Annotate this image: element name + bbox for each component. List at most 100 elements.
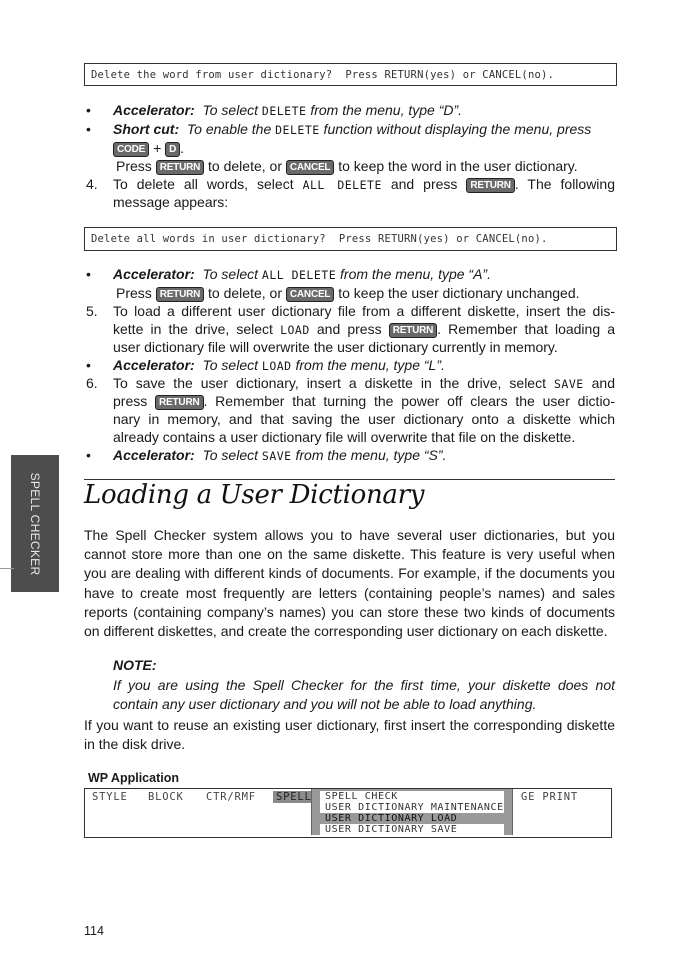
return-key-icon: RETURN <box>155 395 204 410</box>
step-4-line-1: To delete all words, select ALL DELETE a… <box>113 175 615 194</box>
bullet-icon: • <box>86 266 91 282</box>
dropdown-item-dictionary-save[interactable]: USER DICTIONARY SAVE <box>320 824 504 835</box>
step-5-line-1: To load a different user dictionary file… <box>113 303 615 319</box>
accelerator-save: Accelerator: To select SAVE from the men… <box>113 446 446 465</box>
side-tab-label: SPELL CHECKER <box>28 472 42 575</box>
command-delete: DELETE <box>261 104 307 118</box>
text: kette in the drive, select <box>113 321 281 337</box>
text: to keep the user dictionary unchanged. <box>334 285 580 301</box>
text: . Remember that turning the power off cl… <box>203 393 616 409</box>
text: . <box>180 140 184 156</box>
bullet-icon: • <box>86 447 91 463</box>
menu-block[interactable]: BLOCK <box>148 791 184 803</box>
text: Press <box>116 285 156 301</box>
section-title: Loading a User Dictionary <box>84 480 425 510</box>
note-body: If you are using the Spell Checker for t… <box>113 677 615 712</box>
d-key-icon: D <box>165 142 181 157</box>
cancel-key-icon: CANCEL <box>285 160 335 175</box>
wp-menu-bar: STYLE BLOCK CTR/RMF SPELL GE PRINT SPELL… <box>84 788 612 838</box>
command-load: LOAD <box>261 359 292 373</box>
text: and press <box>381 176 467 192</box>
step-6-line-3: nary in memory, and that saving the user… <box>113 411 615 427</box>
text: function without displaying the menu, pr… <box>319 121 592 137</box>
screen-message-text: Delete the word from user dictionary? Pr… <box>91 69 555 81</box>
text: from the menu, type “L”. <box>291 357 445 373</box>
command-save: SAVE <box>261 449 292 463</box>
text: . The following <box>514 176 615 192</box>
text: to keep the word in the user dictionary. <box>334 158 578 174</box>
text: To select <box>202 447 262 463</box>
press-return-delete-word: Press RETURN to delete, or CANCEL to kee… <box>116 157 578 175</box>
dropdown-item-dictionary-load[interactable]: USER DICTIONARY LOAD <box>320 813 504 824</box>
press-return-delete-all: Press RETURN to delete, or CANCEL to kee… <box>116 284 580 302</box>
accelerator-label: Accelerator: <box>113 447 195 463</box>
step-5-line-3: user dictionary file will overwrite the … <box>113 339 558 355</box>
step-6-line-4: already contains a user dictionary file … <box>113 429 576 445</box>
text: To enable the <box>186 121 276 137</box>
screen-message-delete-all: Delete all words in user dictionary? Pre… <box>84 227 617 251</box>
return-key-icon: RETURN <box>155 160 205 175</box>
text: To select <box>202 102 262 118</box>
code-key-icon: CODE <box>113 142 150 157</box>
text: To delete all words, select <box>113 176 303 192</box>
shortcut-delete: Short cut: To enable the DELETE function… <box>113 120 591 139</box>
accelerator-label: Accelerator: <box>113 102 195 118</box>
step-5-line-2: kette in the drive, select LOAD and pres… <box>113 320 615 339</box>
text: To save the user dictionary, insert a di… <box>113 375 554 391</box>
text: . Remember that loading a <box>437 321 616 337</box>
accelerator-label: Accelerator: <box>113 266 195 282</box>
step-number: 4. <box>86 176 98 192</box>
step-6-line-1: To save the user dictionary, insert a di… <box>113 374 615 393</box>
shortcut-keys: CODE + D. <box>113 139 184 157</box>
section-side-tab: SPELL CHECKER <box>11 455 59 592</box>
page-number: 114 <box>84 924 104 938</box>
cancel-key-icon: CANCEL <box>285 287 335 302</box>
section-intro: The Spell Checker system allows you to h… <box>84 527 615 640</box>
step-number: 5. <box>86 303 98 319</box>
step-number: 6. <box>86 375 98 391</box>
divider <box>0 568 14 569</box>
text: Press <box>116 158 156 174</box>
menu-ctr-rmf[interactable]: CTR/RMF <box>206 791 256 803</box>
reuse-paragraph: If you want to reuse an existing user di… <box>84 717 615 753</box>
accelerator-load: Accelerator: To select LOAD from the men… <box>113 356 445 375</box>
text: + <box>149 140 166 156</box>
text: to delete, or <box>204 285 286 301</box>
text: from the menu, type “D”. <box>306 102 463 118</box>
accelerator-all-delete: Accelerator: To select ALL DELETE from t… <box>113 265 491 284</box>
return-key-icon: RETURN <box>466 178 515 193</box>
command-all-delete: ALL DELETE <box>302 178 382 192</box>
text: from the menu, type “A”. <box>336 266 491 282</box>
note-title: NOTE: <box>113 657 157 673</box>
screen-message-text: Delete all words in user dictionary? Pre… <box>91 233 548 245</box>
command-delete: DELETE <box>275 123 320 137</box>
accelerator-label: Accelerator: <box>113 357 195 373</box>
text: and press <box>309 321 389 337</box>
command-save: SAVE <box>553 377 584 391</box>
menu-spell[interactable]: SPELL <box>273 791 315 803</box>
text: press <box>113 393 156 409</box>
accelerator-delete: Accelerator: To select DELETE from the m… <box>113 101 462 120</box>
bullet-icon: • <box>86 121 91 137</box>
bullet-icon: • <box>86 102 91 118</box>
shortcut-label: Short cut: <box>113 121 180 137</box>
return-key-icon: RETURN <box>388 323 438 338</box>
text: from the menu, type “S”. <box>291 447 447 463</box>
text: To select <box>202 357 262 373</box>
bullet-icon: • <box>86 357 91 373</box>
step-4-line-2: message appears: <box>113 194 229 210</box>
step-6-line-2: press RETURN. Remember that turning the … <box>113 392 615 410</box>
text: and <box>583 375 616 391</box>
screen-message-delete-word: Delete the word from user dictionary? Pr… <box>84 63 617 86</box>
dropdown-item-dictionary-maintenance[interactable]: USER DICTIONARY MAINTENANCE <box>320 802 504 813</box>
spell-dropdown-menu: SPELL CHECK USER DICTIONARY MAINTENANCE … <box>311 789 513 835</box>
command-load: LOAD <box>280 323 310 337</box>
return-key-icon: RETURN <box>155 287 205 302</box>
wp-application-label: WP Application <box>88 771 179 785</box>
text: to delete, or <box>204 158 286 174</box>
text: To select <box>202 266 262 282</box>
dropdown-item-spell-check[interactable]: SPELL CHECK <box>320 791 504 802</box>
menu-style[interactable]: STYLE <box>92 791 128 803</box>
command-all-delete: ALL DELETE <box>261 268 337 282</box>
menu-page-print[interactable]: GE PRINT <box>521 791 578 803</box>
